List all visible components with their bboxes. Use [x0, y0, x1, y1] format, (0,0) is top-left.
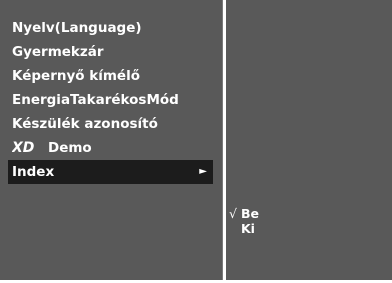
menu-item-label: Gyermekzár	[12, 44, 104, 60]
menu-item-child-lock[interactable]: Gyermekzár	[0, 40, 223, 64]
main-menu: Nyelv(Language) Gyermekzár Képernyő kímé…	[0, 16, 223, 184]
menu-item-label: Index	[12, 164, 55, 180]
menu-item-power-saving[interactable]: EnergiaTakarékosMód	[0, 88, 223, 112]
option-be[interactable]: √ Be	[229, 206, 259, 221]
option-label: Be	[241, 206, 260, 221]
menu-item-screen-saver[interactable]: Képernyő kímélő	[0, 64, 223, 88]
menu-item-label: Képernyő kímélő	[12, 68, 140, 84]
xd-logo: XD	[12, 140, 34, 153]
menu-item-index[interactable]: Index ►	[8, 160, 213, 184]
menu-item-label: Nyelv(Language)	[12, 20, 142, 36]
main-menu-panel: Nyelv(Language) Gyermekzár Képernyő kímé…	[0, 0, 223, 280]
option-ki[interactable]: Ki	[229, 221, 259, 236]
right-arrow-icon: ►	[199, 166, 207, 177]
menu-item-label: Készülék azonosító	[12, 116, 158, 132]
menu-item-demo[interactable]: XD Demo	[0, 136, 223, 160]
menu-item-label: EnergiaTakarékosMód	[12, 92, 179, 108]
option-label: Ki	[241, 221, 255, 236]
index-options: √ Be Ki	[229, 206, 259, 236]
menu-item-set-id[interactable]: Készülék azonosító	[0, 112, 223, 136]
tv-menu-screen: Nyelv(Language) Gyermekzár Képernyő kímé…	[0, 0, 392, 283]
checkmark-icon: √	[229, 206, 237, 221]
svg-text:XD: XD	[12, 140, 34, 153]
menu-item-label: Demo	[48, 140, 92, 156]
menu-item-language[interactable]: Nyelv(Language)	[0, 16, 223, 40]
submenu-panel	[226, 0, 392, 280]
